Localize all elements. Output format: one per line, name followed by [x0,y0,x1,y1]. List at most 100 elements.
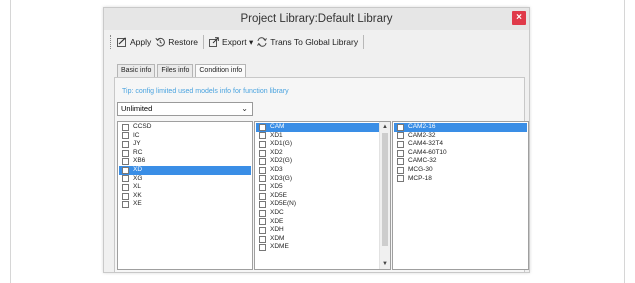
checkbox[interactable] [122,158,129,166]
list-item-label: XDH [270,226,284,234]
checkbox[interactable] [122,149,129,157]
list-item[interactable]: XD3 [256,166,379,175]
checkbox[interactable] [259,132,266,140]
checkbox[interactable] [397,132,404,140]
scroll-down-icon[interactable]: ▼ [380,259,390,269]
list-item[interactable]: XD5E(N) [256,200,379,209]
list-item[interactable]: XDME [256,243,379,252]
model-list[interactable]: CAM XD1 XD1(G) XD2 XD2(G) XD3 XD3(G) XD5 XD5E XD5… [254,121,391,270]
export-icon [209,37,219,47]
checkbox[interactable] [397,140,404,148]
list-item-label: MCG-30 [408,165,433,173]
checkbox[interactable] [122,166,129,174]
checkbox[interactable] [259,192,266,200]
list-item[interactable]: XD5 [256,183,379,192]
checkbox[interactable] [259,149,266,157]
list-item[interactable]: XD1 [256,132,379,141]
export-button[interactable]: Export ▾ [209,37,253,48]
checkbox[interactable] [397,166,404,174]
checkbox[interactable] [259,218,266,226]
list-item-label: XD5E [270,191,287,199]
list-item[interactable]: MCP-18 [394,175,527,184]
checkbox[interactable] [259,140,266,148]
checkbox[interactable] [259,158,266,166]
export-label: Export ▾ [222,36,254,47]
checkbox[interactable] [259,209,266,217]
list-item[interactable]: IC [119,132,251,141]
limit-mode-select[interactable]: Unlimited ⌄ [117,102,253,116]
scroll-up-icon[interactable]: ▲ [380,122,390,132]
checkbox[interactable] [122,175,129,183]
checkbox[interactable] [397,123,404,131]
list-item[interactable]: XDM [256,235,379,244]
checkbox[interactable] [122,132,129,140]
list-item[interactable]: XK [119,192,251,201]
list-item[interactable]: XDH [256,226,379,235]
list-item[interactable]: CAMC-32 [394,157,527,166]
list-item[interactable]: XDE [256,218,379,227]
list-item[interactable]: CAM2-16 [394,123,527,132]
list-item-label: XDC [270,208,284,216]
list-item[interactable]: MCG-30 [394,166,527,175]
tab-files-info[interactable]: Files info [157,64,194,77]
toolbar-separator-end [363,35,365,49]
checkbox[interactable] [259,244,266,252]
submodel-list[interactable]: CAM2-16 CAM2-32 CAM4-32T4 CAM4-60T10 CAMC-32… [392,121,529,270]
list-item-label: XD5E(N) [270,200,297,208]
apply-button[interactable]: Apply [117,37,151,47]
list-item-label: XD2 [270,148,283,156]
tab-basic-info[interactable]: Basic info [117,64,156,77]
list-item[interactable]: XD3(G) [256,175,379,184]
checkbox[interactable] [259,235,266,243]
checkbox[interactable] [122,123,129,131]
checkbox[interactable] [259,201,266,209]
apply-label: Apply [130,37,152,47]
tab-condition-info[interactable]: Condition info [195,64,247,77]
restore-button[interactable]: Restore [155,37,198,47]
checkbox[interactable] [259,226,266,234]
list-item[interactable]: CAM4-60T10 [394,149,527,158]
model-list-scrollbar[interactable]: ▲ ▼ [379,122,390,269]
list-item-label: CAMC-32 [408,157,437,165]
checkbox[interactable] [259,123,266,131]
list-item[interactable]: XD2 [256,149,379,158]
list-item[interactable]: XD [119,165,251,175]
checkbox[interactable] [397,158,404,166]
list-item-label: JY [133,140,141,148]
checkbox[interactable] [259,175,266,183]
title-bar[interactable]: Project Library:Default Library × [104,8,529,30]
trans-to-global-button[interactable]: Trans To Global Library [257,37,358,47]
list-item-label: XG [133,174,143,182]
checkbox[interactable] [397,175,404,183]
list-item[interactable]: XD2(G) [256,157,379,166]
list-item-label: XD1 [270,131,283,139]
list-item[interactable]: CAM2-32 [394,132,527,141]
checkbox[interactable] [397,149,404,157]
series-list[interactable]: CCSD IC JY RC XB6 XD XG XL XK XE [117,121,253,270]
list-item[interactable]: XD1(G) [256,140,379,149]
list-item[interactable]: XB6 [119,157,251,166]
checkbox[interactable] [259,166,266,174]
list-item-label: XL [133,183,141,191]
list-item[interactable]: CCSD [119,123,251,132]
checkbox[interactable] [122,140,129,148]
list-item[interactable]: XDC [256,209,379,218]
list-item[interactable]: CAM [256,123,379,132]
list-item[interactable]: XE [119,200,251,209]
checkbox[interactable] [122,183,129,191]
list-item[interactable]: RC [119,149,251,158]
toolbar-grip[interactable] [110,35,114,49]
checkbox[interactable] [259,183,266,191]
checkbox[interactable] [122,201,129,209]
scroll-thumb[interactable] [382,133,388,246]
list-item[interactable]: CAM4-32T4 [394,140,527,149]
list-item[interactable]: XG [119,175,251,184]
list-item[interactable]: XD5E [256,192,379,201]
list-item[interactable]: XL [119,183,251,192]
list-item-label: XDME [270,243,289,251]
list-item[interactable]: JY [119,140,251,149]
close-button[interactable]: × [512,11,526,25]
list-item-label: IC [133,131,140,139]
chevron-down-icon[interactable]: ⌄ [241,103,248,115]
checkbox[interactable] [122,192,129,200]
